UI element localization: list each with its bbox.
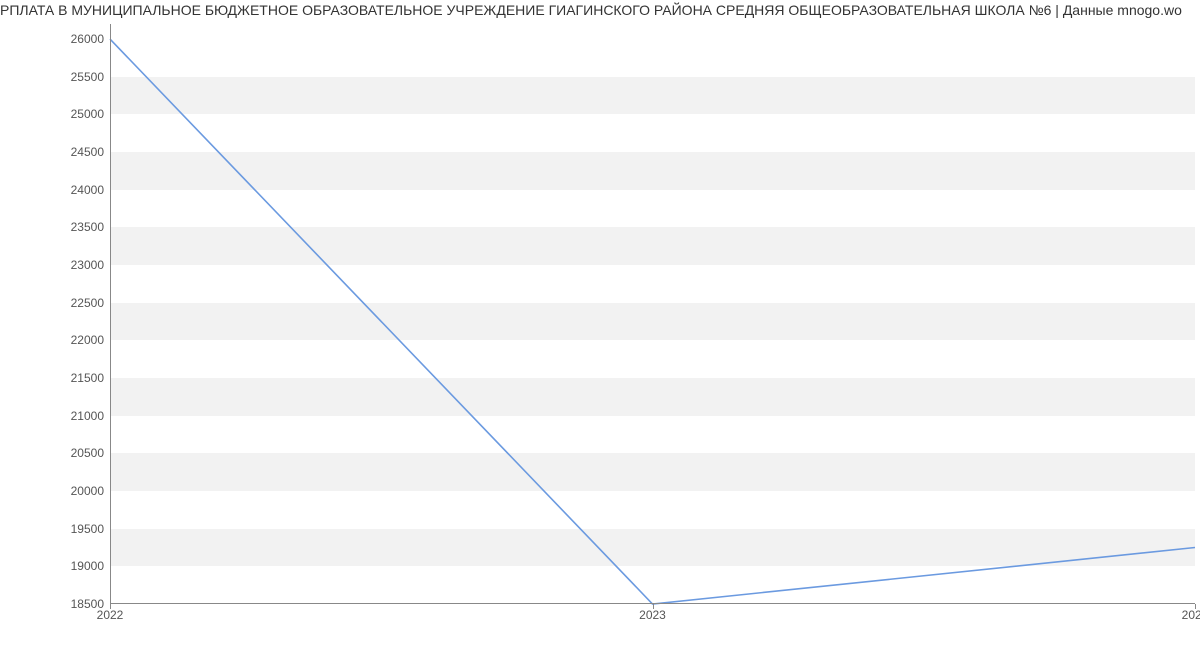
line-layer	[110, 24, 1195, 604]
y-tick-label: 24500	[71, 145, 104, 159]
y-tick-label: 23500	[71, 220, 104, 234]
y-tick-label: 20500	[71, 446, 104, 460]
axis-y	[110, 24, 111, 604]
x-tick-label: 2022	[97, 608, 124, 622]
y-tick-label: 23000	[71, 258, 104, 272]
y-tick-label: 25500	[71, 70, 104, 84]
series-line	[110, 39, 1195, 604]
y-tick-label: 22500	[71, 296, 104, 310]
y-tick-label: 22000	[71, 333, 104, 347]
y-tick-label: 19500	[71, 522, 104, 536]
y-tick-label: 20000	[71, 484, 104, 498]
y-tick-label: 24000	[71, 183, 104, 197]
y-tick-label: 25000	[71, 107, 104, 121]
x-tick-label: 2024	[1182, 608, 1200, 622]
y-tick-label: 26000	[71, 32, 104, 46]
y-tick-label: 21000	[71, 409, 104, 423]
y-tick-label: 21500	[71, 371, 104, 385]
y-tick-label: 19000	[71, 559, 104, 573]
plot-area: 1850019000195002000020500210002150022000…	[110, 24, 1195, 604]
x-tick-label: 2023	[639, 608, 666, 622]
chart-title: РПЛАТА В МУНИЦИПАЛЬНОЕ БЮДЖЕТНОЕ ОБРАЗОВ…	[0, 2, 1200, 18]
